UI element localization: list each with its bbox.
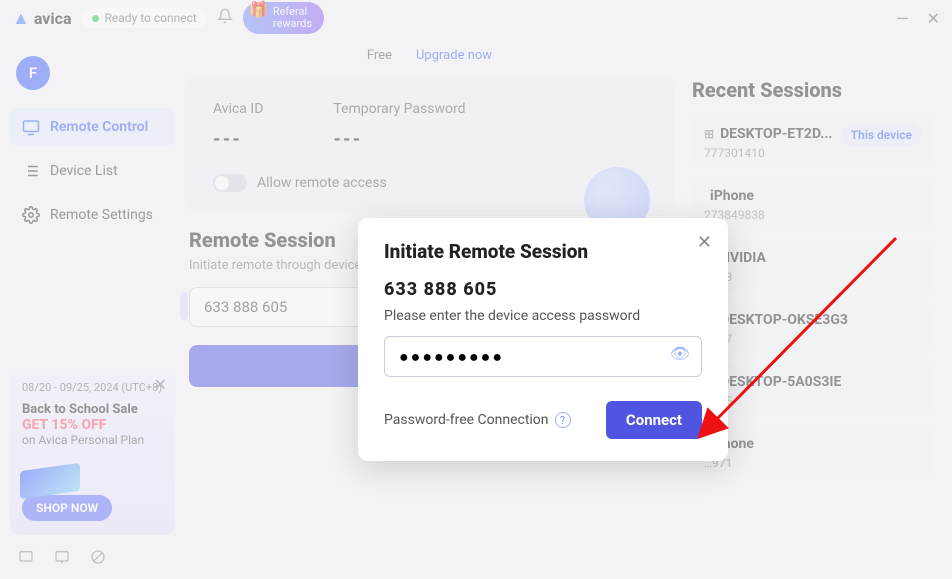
- help-icon[interactable]: ?: [555, 412, 571, 428]
- modal-device-id: 633 888 605: [384, 279, 702, 300]
- password-free-label[interactable]: Password-free Connection: [384, 412, 549, 428]
- modal-message: Please enter the device access password: [384, 308, 702, 324]
- access-password-input[interactable]: [384, 336, 702, 377]
- modal-close-icon[interactable]: ✕: [697, 232, 712, 253]
- connect-button[interactable]: Connect: [606, 401, 702, 439]
- initiate-session-modal: ✕ Initiate Remote Session 633 888 605 Pl…: [358, 218, 728, 461]
- show-password-icon[interactable]: 👁: [670, 344, 690, 363]
- modal-title: Initiate Remote Session: [384, 240, 702, 263]
